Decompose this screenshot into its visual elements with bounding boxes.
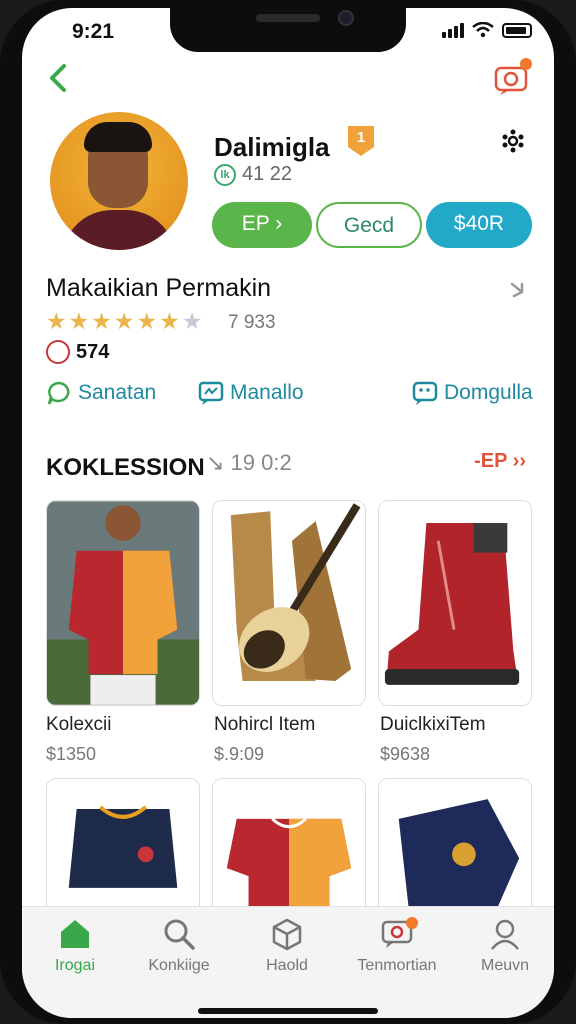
action-label: Domgulla [444, 381, 533, 404]
see-more-link[interactable]: -EP ›› [474, 450, 526, 473]
profile-stat: lk 41 22 [214, 163, 292, 186]
stat-icon: lk [214, 163, 236, 186]
action-label: Sanatan [78, 381, 157, 404]
tab-box[interactable]: Haold [234, 917, 340, 975]
empty-star-icon: ★ [181, 308, 203, 334]
collection-title: KOKLESSION [46, 454, 205, 481]
product-card[interactable] [378, 500, 532, 706]
notification-button[interactable] [494, 58, 532, 96]
ep-button[interactable]: EP › [212, 202, 312, 248]
chat-bubble-icon [47, 381, 70, 405]
bottom-tab-bar: Irogai Konkiige Haold Tenmortian Meuvn [22, 906, 554, 1018]
tab-label: Meuvn [480, 957, 530, 974]
search-icon [164, 919, 195, 950]
tab-label: Haold [266, 957, 308, 974]
tab-label: Konkiige [148, 957, 210, 974]
message-box-icon [198, 381, 224, 405]
comment-icon [412, 381, 438, 405]
signal-icon [442, 23, 464, 38]
product-card[interactable] [46, 500, 200, 706]
rating-stars: ★ ★ ★ ★ ★ ★ ★ [46, 308, 202, 335]
profile-name: Dalimigla [214, 132, 330, 162]
wifi-icon [472, 22, 494, 38]
status-icons [442, 22, 532, 38]
price-button[interactable]: $40R [426, 202, 532, 248]
tab-search[interactable]: Konkiige [126, 917, 232, 975]
follower-row: 574 [46, 340, 109, 364]
app-screen: 9:21 Dalimigla 1 lk 41 22 EP › Gecd $40R… [22, 8, 554, 1018]
avatar[interactable] [50, 112, 188, 250]
product-price: $1350 [46, 744, 97, 764]
collection-meta: ↘ 19 0:2 [206, 450, 292, 475]
action-domgulla[interactable]: Domgulla [412, 380, 533, 406]
red-boot-image [379, 501, 531, 705]
rating-count: 7 933 [228, 312, 276, 333]
product-name: Kolexcii [46, 714, 112, 735]
section-title: Makaikian Permakin [46, 274, 272, 302]
verified-badge: 1 [348, 126, 374, 156]
home-indicator [198, 1008, 378, 1014]
profile-stat-value: 41 22 [242, 163, 293, 185]
tab-profile[interactable]: Meuvn [452, 917, 554, 975]
tab-label: Tenmortian [357, 957, 437, 974]
tab-label: Irogai [54, 957, 96, 974]
star-icon: ★ [113, 308, 135, 334]
jersey-player-image [47, 501, 199, 705]
speaker [256, 14, 320, 22]
product-card[interactable] [212, 500, 366, 706]
notch [170, 8, 406, 52]
product-price: $.9:09 [214, 744, 265, 764]
star-icon: ★ [46, 308, 67, 334]
star-icon: ★ [136, 308, 158, 334]
action-sanatan[interactable]: Sanatan [46, 380, 156, 406]
product-price: $9638 [380, 744, 431, 764]
boots-guitar-image [213, 501, 365, 705]
action-manallo[interactable]: Manallo [198, 380, 304, 406]
star-icon: ★ [68, 308, 90, 334]
follower-icon [46, 340, 70, 364]
action-label: Manallo [230, 381, 304, 404]
profile-icon [491, 919, 519, 950]
tab-notifications[interactable]: Tenmortian [344, 917, 450, 975]
status-time: 9:21 [72, 20, 115, 43]
chevron-right-icon[interactable] [508, 278, 528, 302]
back-button[interactable] [44, 60, 72, 96]
phone-frame: 9:21 Dalimigla 1 lk 41 22 EP › Gecd $40R… [0, 0, 576, 1024]
notification-dot [520, 58, 532, 70]
front-camera [338, 10, 354, 26]
product-name: DuiclkixiTem [380, 714, 486, 735]
settings-button[interactable] [500, 128, 526, 154]
tab-badge [406, 917, 418, 929]
follower-count: 574 [76, 340, 110, 363]
product-name: Nohircl Item [214, 714, 316, 735]
battery-icon [502, 23, 532, 38]
tab-home[interactable]: Irogai [22, 917, 128, 975]
half-star-icon: ★ [159, 308, 180, 334]
home-icon [61, 920, 89, 948]
box-icon [272, 918, 302, 951]
star-icon: ★ [91, 308, 112, 334]
gecd-button[interactable]: Gecd [316, 202, 422, 248]
